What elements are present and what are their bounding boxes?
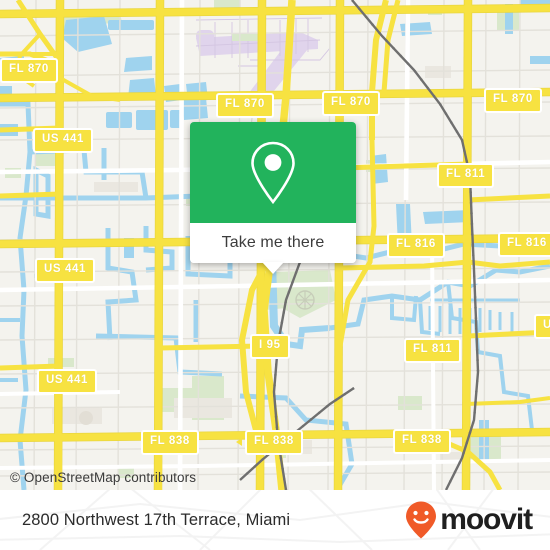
- road-shield-label: FL 870: [322, 91, 380, 116]
- park-feature-icon: [295, 290, 315, 310]
- map-poi-dot: [79, 411, 93, 425]
- road-shield-label: US 441: [33, 128, 93, 153]
- osm-attribution[interactable]: © OpenStreetMap contributors: [10, 470, 196, 485]
- road-shield-label: FL 838: [393, 429, 451, 454]
- road-shield-label: FL 870: [216, 93, 274, 118]
- road-shield-label: FL 816: [498, 232, 550, 257]
- map-result-page: .rd-major { stroke:#f7e241; stroke-linec…: [0, 0, 550, 550]
- road-shield-label: US 441: [37, 369, 97, 394]
- road-shield-label: FL 811: [404, 338, 462, 363]
- callout-tail: [262, 262, 284, 274]
- location-callout-card[interactable]: Take me there: [190, 122, 356, 274]
- shield-arrow-icon: [236, 438, 242, 447]
- road-shield-label: U: [534, 314, 550, 339]
- road-shield-label: FL 816: [387, 233, 445, 258]
- moovit-wordmark: moovit: [440, 503, 533, 536]
- callout-action-row[interactable]: Take me there: [190, 223, 356, 274]
- moovit-smiley-pin-icon: [406, 501, 437, 539]
- map-canvas[interactable]: .rd-major { stroke:#f7e241; stroke-linec…: [0, 0, 550, 490]
- road-shield-label: FL 838: [141, 430, 199, 455]
- road-shield-label: US 441: [35, 258, 95, 283]
- road-shield-label: I 95: [250, 334, 290, 359]
- road-shield-label: FL 838: [236, 430, 303, 455]
- road-shield-label: FL 870: [0, 58, 58, 83]
- callout-pin-panel: [190, 122, 356, 223]
- road-shield-label: FL 870: [484, 88, 542, 113]
- road-shield-label: FL 811: [437, 163, 495, 188]
- footer-bar: 2800 Northwest 17th Terrace, Miami moovi…: [0, 490, 550, 550]
- moovit-logo[interactable]: moovit: [404, 500, 533, 540]
- map-pin-icon: [251, 141, 295, 204]
- address-label: 2800 Northwest 17th Terrace, Miami: [22, 510, 291, 529]
- take-me-there-button[interactable]: Take me there: [222, 234, 325, 252]
